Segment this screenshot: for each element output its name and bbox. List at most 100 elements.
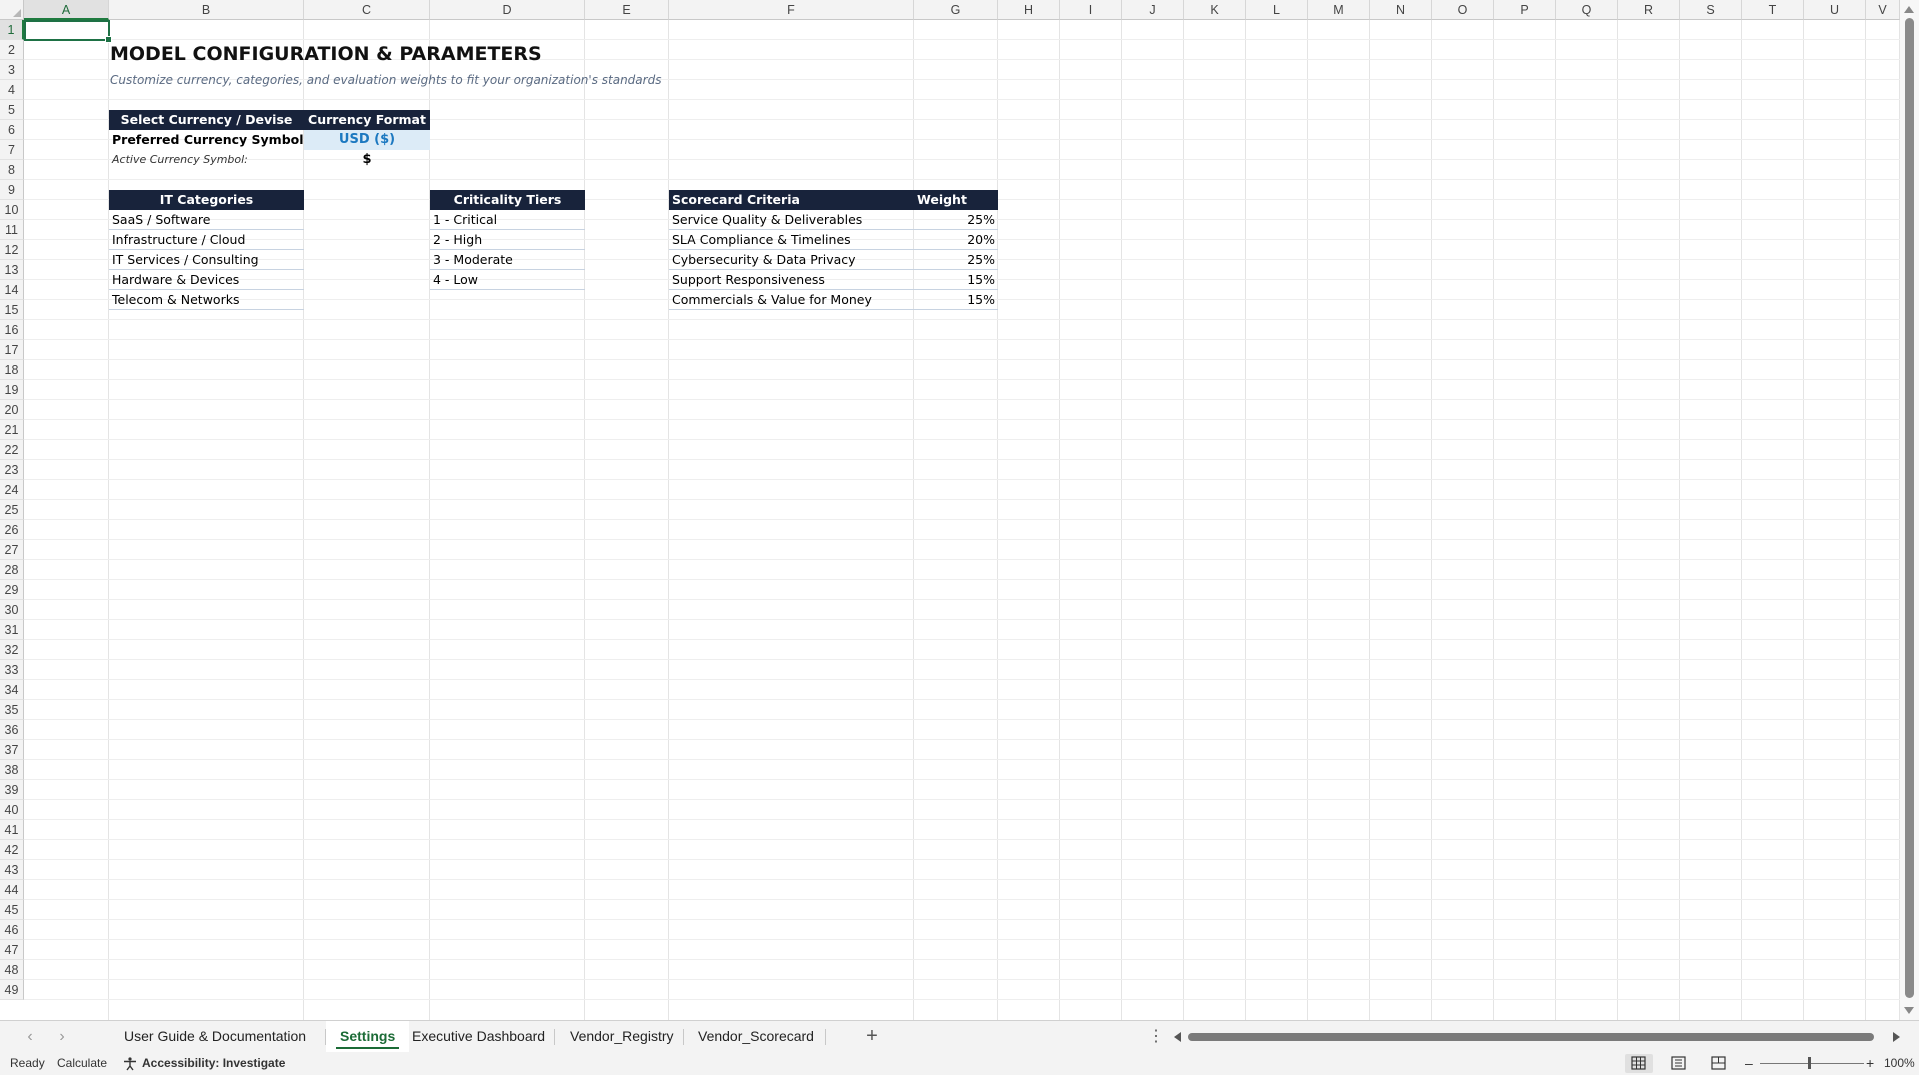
column-header-a[interactable]: A <box>24 0 109 20</box>
row-header-3[interactable]: 3 <box>0 60 24 80</box>
column-header-s[interactable]: S <box>1680 0 1742 20</box>
row-header-17[interactable]: 17 <box>0 340 24 360</box>
row-header-33[interactable]: 33 <box>0 660 24 680</box>
row-header-44[interactable]: 44 <box>0 880 24 900</box>
row-header-37[interactable]: 37 <box>0 740 24 760</box>
row-header-7[interactable]: 7 <box>0 140 24 160</box>
row-header-1[interactable]: 1 <box>0 20 24 40</box>
row-header-6[interactable]: 6 <box>0 120 24 140</box>
row-header-43[interactable]: 43 <box>0 860 24 880</box>
tab-vendor-scorecard[interactable]: Vendor_Scorecard <box>684 1021 828 1052</box>
tab-executive-dashboard[interactable]: Executive Dashboard <box>398 1021 559 1052</box>
row-header-21[interactable]: 21 <box>0 420 24 440</box>
page-subtitle[interactable]: Customize currency, categories, and eval… <box>110 70 910 90</box>
criticality-tiers-header[interactable]: Criticality Tiers <box>430 190 585 210</box>
column-header-r[interactable]: R <box>1618 0 1680 20</box>
column-header-f[interactable]: F <box>669 0 914 20</box>
scorecard-criteria-cell[interactable]: Service Quality & Deliverables <box>669 210 914 230</box>
horizontal-scroll-thumb[interactable] <box>1188 1033 1874 1041</box>
column-header-q[interactable]: Q <box>1556 0 1618 20</box>
scorecard-weight-cell[interactable]: 25% <box>914 250 998 270</box>
column-header-j[interactable]: J <box>1122 0 1184 20</box>
row-header-25[interactable]: 25 <box>0 500 24 520</box>
row-header-45[interactable]: 45 <box>0 900 24 920</box>
row-header-38[interactable]: 38 <box>0 760 24 780</box>
row-header-12[interactable]: 12 <box>0 240 24 260</box>
row-header-22[interactable]: 22 <box>0 440 24 460</box>
scroll-up-icon[interactable] <box>1904 6 1914 13</box>
normal-view-icon[interactable] <box>1625 1054 1653 1073</box>
scroll-down-icon[interactable] <box>1904 1007 1914 1014</box>
active-cell-selection[interactable] <box>24 20 112 43</box>
column-header-k[interactable]: K <box>1184 0 1246 20</box>
page-title[interactable]: MODEL CONFIGURATION & PARAMETERS <box>110 42 910 66</box>
row-header-42[interactable]: 42 <box>0 840 24 860</box>
column-header-i[interactable]: I <box>1060 0 1122 20</box>
vertical-scroll-thumb[interactable] <box>1905 18 1914 998</box>
column-header-l[interactable]: L <box>1246 0 1308 20</box>
row-header-46[interactable]: 46 <box>0 920 24 940</box>
add-sheet-icon[interactable]: + <box>860 1025 884 1049</box>
prev-sheet-icon[interactable]: ‹ <box>20 1027 40 1047</box>
row-header-35[interactable]: 35 <box>0 700 24 720</box>
column-header-h[interactable]: H <box>998 0 1060 20</box>
spreadsheet-grid[interactable]: ABCDEFGHIJKLMNOPQRSTUV 1 2 3 4 5 6 7 8 9 10 11 12 13… <box>0 0 1900 1020</box>
accessibility-status[interactable]: Accessibility: Investigate <box>142 1052 285 1075</box>
row-header-34[interactable]: 34 <box>0 680 24 700</box>
column-header-p[interactable]: P <box>1494 0 1556 20</box>
it-category-item[interactable]: Hardware & Devices <box>109 270 304 290</box>
accessibility-icon[interactable] <box>123 1052 139 1075</box>
criticality-tier-item[interactable]: 3 - Moderate <box>430 250 585 270</box>
horizontal-scrollbar[interactable] <box>1170 1030 1900 1044</box>
select-all-corner[interactable] <box>0 0 24 20</box>
row-header-9[interactable]: 9 <box>0 180 24 200</box>
tab-vendor-registry[interactable]: Vendor_Registry <box>556 1021 688 1052</box>
row-header-26[interactable]: 26 <box>0 520 24 540</box>
active-currency-label[interactable]: Active Currency Symbol: <box>109 150 304 170</box>
row-header-41[interactable]: 41 <box>0 820 24 840</box>
row-header-2[interactable]: 2 <box>0 40 24 60</box>
it-categories-header[interactable]: IT Categories <box>109 190 304 210</box>
more-options-icon[interactable]: ⋮ <box>1148 1027 1164 1047</box>
row-header-39[interactable]: 39 <box>0 780 24 800</box>
column-header-b[interactable]: B <box>109 0 304 20</box>
it-category-item[interactable]: SaaS / Software <box>109 210 304 230</box>
row-header-24[interactable]: 24 <box>0 480 24 500</box>
page-break-preview-icon[interactable] <box>1705 1054 1733 1073</box>
row-header-16[interactable]: 16 <box>0 320 24 340</box>
row-header-40[interactable]: 40 <box>0 800 24 820</box>
column-header-e[interactable]: E <box>585 0 669 20</box>
row-header-19[interactable]: 19 <box>0 380 24 400</box>
zoom-out-icon[interactable]: – <box>1745 1052 1753 1075</box>
active-currency-value[interactable]: $ <box>304 150 430 170</box>
row-header-14[interactable]: 14 <box>0 280 24 300</box>
criticality-tier-item[interactable]: 2 - High <box>430 230 585 250</box>
row-header-10[interactable]: 10 <box>0 200 24 220</box>
preferred-currency-label[interactable]: Preferred Currency Symbol: <box>109 130 304 150</box>
it-category-item[interactable]: IT Services / Consulting <box>109 250 304 270</box>
row-header-4[interactable]: 4 <box>0 80 24 100</box>
row-header-28[interactable]: 28 <box>0 560 24 580</box>
zoom-slider-knob[interactable] <box>1808 1057 1811 1069</box>
weight-header[interactable]: Weight <box>914 190 998 210</box>
row-header-36[interactable]: 36 <box>0 720 24 740</box>
column-header-o[interactable]: O <box>1432 0 1494 20</box>
row-header-20[interactable]: 20 <box>0 400 24 420</box>
zoom-slider[interactable] <box>1760 1063 1864 1064</box>
row-header-18[interactable]: 18 <box>0 360 24 380</box>
scorecard-criteria-cell[interactable]: SLA Compliance & Timelines <box>669 230 914 250</box>
row-header-11[interactable]: 11 <box>0 220 24 240</box>
it-category-item[interactable]: Telecom & Networks <box>109 290 304 310</box>
column-header-u[interactable]: U <box>1804 0 1866 20</box>
preferred-currency-input[interactable]: USD ($) <box>304 130 430 150</box>
column-header-v[interactable]: V <box>1866 0 1900 20</box>
it-category-item[interactable]: Infrastructure / Cloud <box>109 230 304 250</box>
next-sheet-icon[interactable]: › <box>52 1027 72 1047</box>
page-layout-icon[interactable] <box>1665 1054 1693 1073</box>
scroll-right-icon[interactable] <box>1893 1032 1900 1042</box>
scorecard-weight-cell[interactable]: 20% <box>914 230 998 250</box>
row-header-29[interactable]: 29 <box>0 580 24 600</box>
vertical-scrollbar[interactable] <box>1900 0 1919 1020</box>
currency-select-header[interactable]: Select Currency / Devise <box>109 110 304 130</box>
row-header-8[interactable]: 8 <box>0 160 24 180</box>
